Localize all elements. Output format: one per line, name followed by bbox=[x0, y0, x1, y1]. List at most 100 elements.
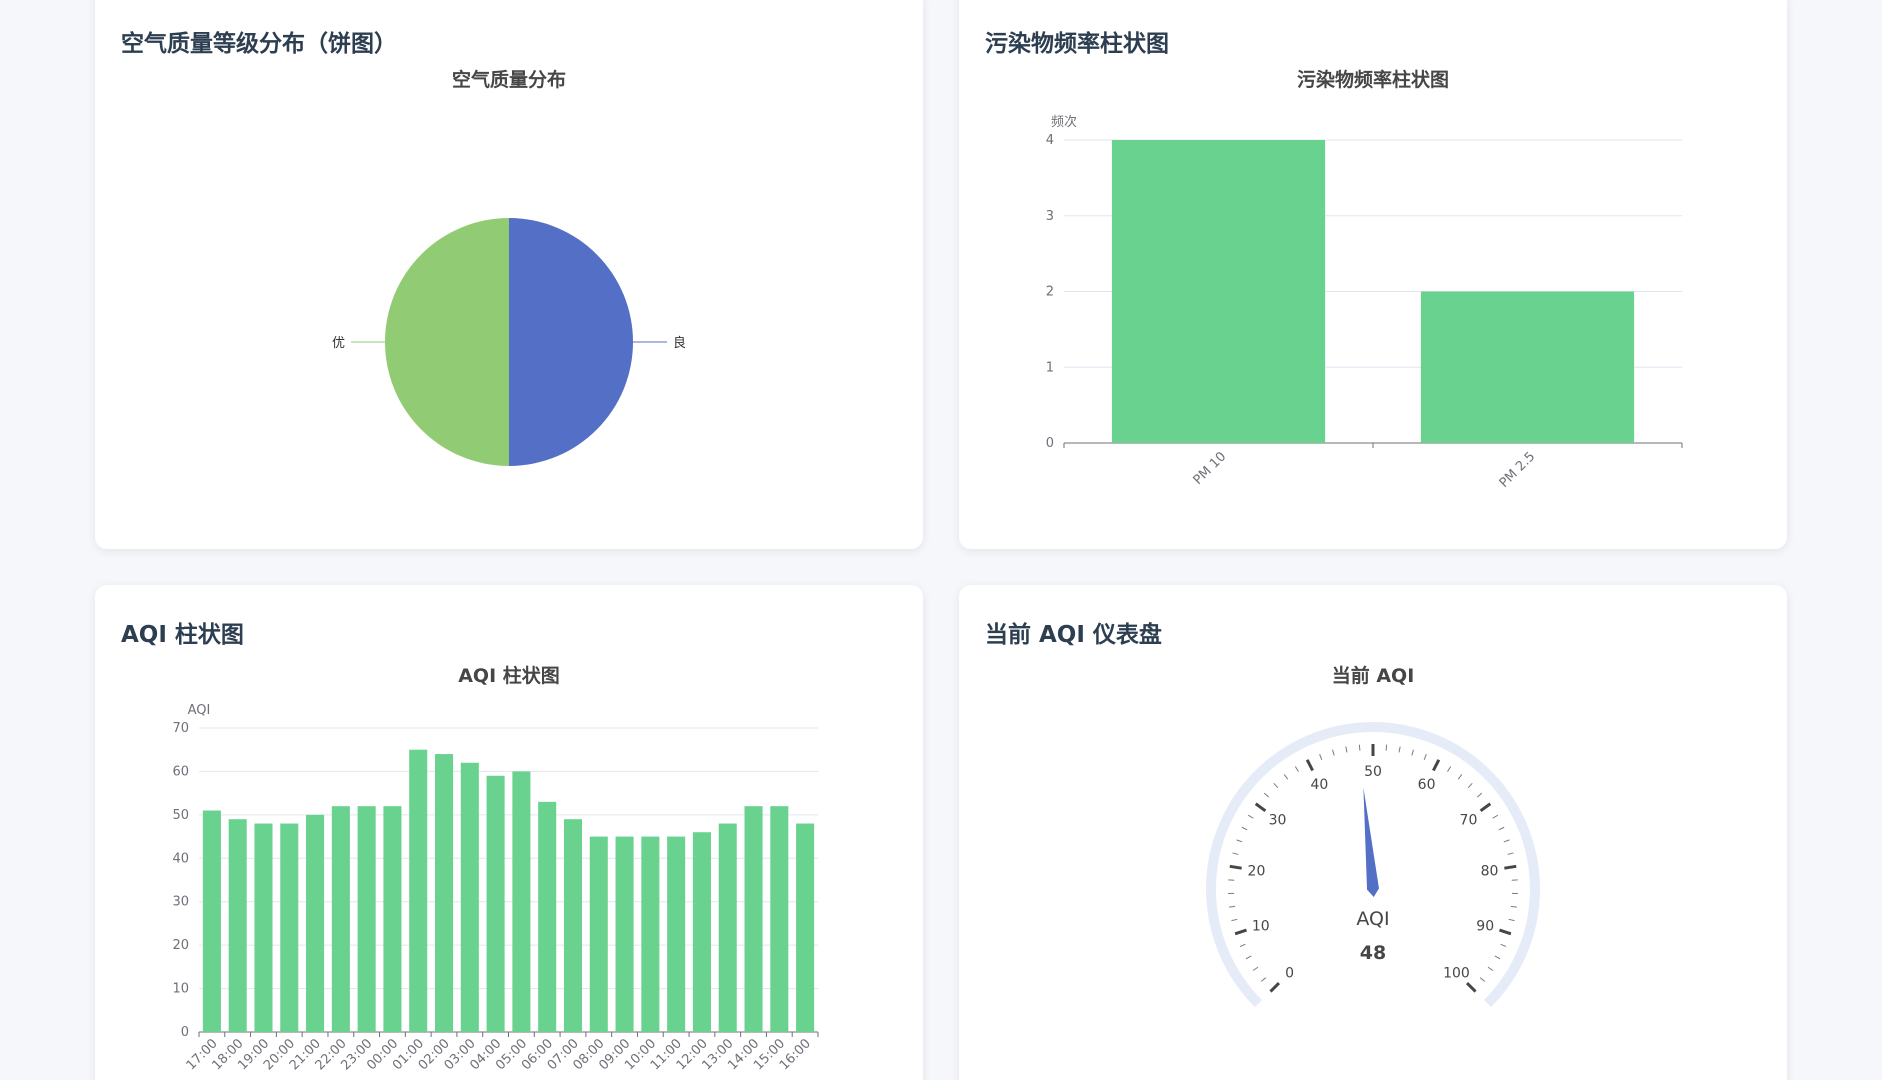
gauge-minor-tick bbox=[1319, 753, 1323, 760]
bar bbox=[563, 819, 583, 1032]
gauge-major-tick bbox=[1254, 802, 1267, 813]
gauge-minor-tick bbox=[1492, 814, 1499, 819]
aqi-bar-card: AQI 柱状图 AQI 柱状图 AQI 0 10 20 30 40 50 60 70 17:00 18… bbox=[95, 585, 923, 1080]
gauge-minor-tick bbox=[1447, 766, 1452, 772]
y-tick-label: 1 bbox=[1046, 360, 1054, 375]
y-tick-label: 60 bbox=[172, 764, 189, 779]
gauge-minor-tick bbox=[1498, 826, 1505, 831]
y-tick-label: 2 bbox=[1046, 285, 1054, 300]
gauge-major-tick bbox=[1305, 759, 1314, 772]
bar bbox=[357, 806, 376, 1032]
bar bbox=[280, 823, 299, 1032]
y-tick-label: 3 bbox=[1046, 209, 1054, 224]
bar bbox=[202, 810, 221, 1032]
y-tick-label: 20 bbox=[172, 938, 189, 953]
bar bbox=[796, 823, 815, 1032]
gauge-minor-tick bbox=[1423, 753, 1427, 760]
gauge-minor-tick bbox=[1500, 943, 1507, 948]
gauge-minor-tick bbox=[1510, 905, 1517, 908]
bar bbox=[589, 836, 608, 1032]
gauge-major-tick bbox=[1269, 981, 1281, 993]
pie-label: 良 bbox=[673, 335, 686, 351]
gauge-minor-tick bbox=[1476, 792, 1483, 798]
gauge-minor-tick bbox=[1503, 839, 1510, 843]
y-tick-label: 50 bbox=[172, 808, 189, 823]
chart-title: 污染物频率柱状图 bbox=[1297, 68, 1449, 91]
bar bbox=[1420, 291, 1635, 443]
gauge-tick-label: 60 bbox=[1418, 777, 1436, 793]
chart-title: 当前 AQI bbox=[1332, 664, 1415, 687]
aqi-bar-chart: AQI 柱状图AQI01020304050607017:0018:0019:00… bbox=[172, 664, 819, 1073]
gauge-minor-tick bbox=[1494, 955, 1501, 960]
y-tick-label: 40 bbox=[172, 851, 189, 866]
bar bbox=[512, 771, 531, 1032]
bar bbox=[254, 823, 273, 1032]
bar bbox=[306, 814, 325, 1032]
gauge-major-tick bbox=[1499, 928, 1512, 936]
gauge-minor-tick bbox=[1241, 826, 1248, 831]
gauge-pointer bbox=[1363, 787, 1379, 897]
bar bbox=[434, 754, 454, 1032]
bar bbox=[667, 836, 686, 1032]
gauge-tick-label: 30 bbox=[1269, 813, 1287, 829]
y-tick-label: 0 bbox=[1046, 436, 1054, 451]
aqi-gauge: 当前 AQI 0 10 20 30 40 50 60 70 80 90 100 AQI 48 bbox=[1206, 664, 1540, 1008]
gauge-tick-label: 80 bbox=[1481, 864, 1499, 880]
bar bbox=[718, 823, 737, 1032]
pollutant-bar-chart: 污染物频率柱状图频次 0 1 2 3 4 PM 10 PM 2.5 bbox=[1046, 68, 1683, 491]
gauge-tick-label: 50 bbox=[1364, 764, 1382, 780]
y-tick-label: 4 bbox=[1046, 133, 1054, 148]
chart-title: AQI 柱状图 bbox=[458, 664, 560, 687]
y-axis-label: AQI bbox=[188, 703, 211, 718]
chart-title: 空气质量分布 bbox=[452, 68, 566, 91]
bar bbox=[409, 749, 428, 1032]
bar bbox=[486, 775, 505, 1032]
bar bbox=[538, 801, 557, 1032]
gauge-card: 当前 AQI 仪表盘 当前 AQI 0 10 20 30 40 50 60 70 80 90 100 A… bbox=[959, 585, 1787, 1080]
bar bbox=[641, 836, 660, 1032]
gauge-minor-tick bbox=[1332, 749, 1335, 756]
gauge-minor-tick bbox=[1508, 918, 1515, 922]
gauge-value: 48 bbox=[1360, 942, 1386, 964]
gauge-minor-tick bbox=[1385, 744, 1388, 751]
gauge-minor-tick bbox=[1398, 746, 1401, 753]
gauge-minor-tick bbox=[1487, 966, 1494, 971]
gauge-minor-tick bbox=[1479, 977, 1486, 982]
bar bbox=[228, 819, 247, 1032]
pie-card: 空气质量等级分布（饼图） 空气质量分布良优 bbox=[95, 0, 923, 549]
gauge-tick-label: 100 bbox=[1443, 965, 1470, 981]
gauge-tick-label: 10 bbox=[1252, 918, 1270, 934]
gauge-minor-tick bbox=[1231, 918, 1238, 922]
gauge-minor-tick bbox=[1273, 782, 1279, 789]
pie-chart: 空气质量分布良 优 bbox=[332, 68, 686, 466]
gauge-minor-tick bbox=[1245, 955, 1252, 960]
y-tick-label: 70 bbox=[172, 721, 189, 736]
gauge-minor-tick bbox=[1358, 744, 1361, 751]
gauge-minor-tick bbox=[1263, 792, 1270, 798]
gauge-minor-tick bbox=[1252, 966, 1259, 971]
y-tick-label: 10 bbox=[172, 982, 189, 997]
gauge-minor-tick bbox=[1260, 977, 1267, 982]
gauge-minor-tick bbox=[1239, 943, 1246, 948]
bar bbox=[615, 836, 634, 1032]
pie-label: 优 bbox=[332, 336, 345, 351]
bar bbox=[1111, 140, 1326, 443]
gauge-minor-tick bbox=[1283, 774, 1289, 780]
y-tick-label: 0 bbox=[181, 1025, 189, 1040]
gauge-tick-label: 0 bbox=[1285, 965, 1294, 981]
bar bbox=[744, 806, 763, 1032]
gauge-major-tick bbox=[1234, 928, 1247, 936]
gauge-tick-label: 40 bbox=[1311, 777, 1329, 793]
bar bbox=[331, 806, 350, 1032]
pie-slice bbox=[385, 218, 509, 466]
gauge-minor-tick bbox=[1457, 774, 1463, 780]
gauge-major-tick bbox=[1229, 864, 1242, 870]
gauge-name: AQI bbox=[1356, 908, 1389, 930]
gauge-minor-tick bbox=[1345, 746, 1348, 753]
gauge-tick-label: 90 bbox=[1476, 918, 1494, 934]
pie-slice bbox=[509, 218, 633, 466]
gauge-major-tick bbox=[1465, 981, 1477, 993]
gauge-minor-tick bbox=[1294, 766, 1299, 772]
gauge-major-tick bbox=[1479, 802, 1492, 813]
gauge-minor-tick bbox=[1467, 782, 1473, 789]
